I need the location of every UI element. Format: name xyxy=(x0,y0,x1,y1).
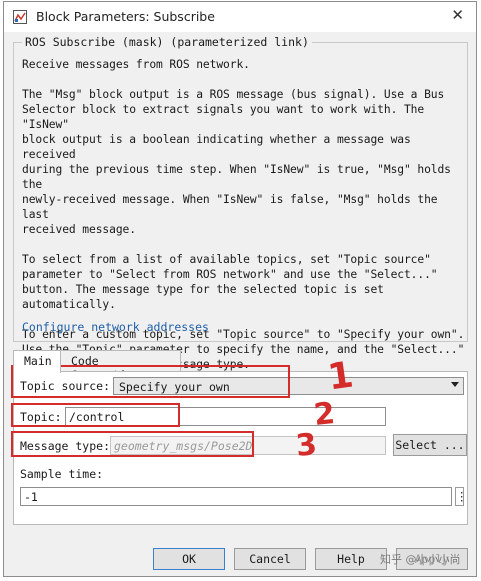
mask-description-group: ROS Subscribe (mask) (parameterized link… xyxy=(13,35,468,371)
close-icon[interactable]: ✕ xyxy=(451,6,464,24)
tab-label: Main xyxy=(24,354,52,368)
watermark: 知乎 @小小小尚 xyxy=(380,553,461,566)
sample-time-input[interactable]: -1 xyxy=(20,487,452,506)
tab-main[interactable]: Main xyxy=(13,350,61,373)
sample-time-value: -1 xyxy=(24,490,38,504)
chevron-down-icon xyxy=(451,382,459,387)
dialog-window: Block Parameters: Subscribe ✕ ROS Subscr… xyxy=(3,1,477,577)
annotation-box-topic xyxy=(11,403,180,427)
sample-time-label: Sample time: xyxy=(20,467,104,481)
group-label: ROS Subscribe (mask) (parameterized link… xyxy=(22,35,312,49)
ok-button[interactable]: OK xyxy=(153,548,225,570)
more-options-icon[interactable]: ⋮ xyxy=(455,487,468,506)
annotation-number-3: 3 xyxy=(294,427,319,464)
annotation-number-2: 2 xyxy=(312,396,337,433)
simulink-block-icon xyxy=(13,10,27,24)
help-button[interactable]: Help xyxy=(315,548,387,570)
cancel-button[interactable]: Cancel xyxy=(234,548,306,570)
title-bar: Block Parameters: Subscribe ✕ xyxy=(4,2,476,32)
configure-network-link[interactable]: Configure network addresses xyxy=(22,320,209,334)
annotation-box-message-type xyxy=(11,431,254,457)
select-message-type-button[interactable]: Select ... xyxy=(393,434,467,456)
window-title: Block Parameters: Subscribe xyxy=(36,9,215,24)
